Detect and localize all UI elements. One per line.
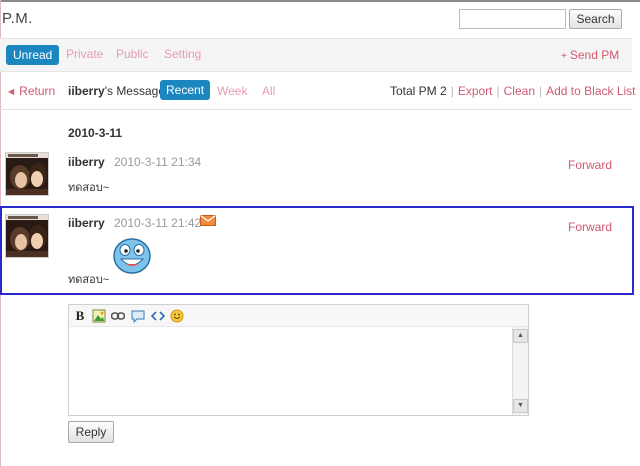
- message-owner-label: iiberry's Message:: [68, 84, 168, 98]
- forward-link[interactable]: Forward: [568, 220, 612, 234]
- editor-toolbar: B: [69, 305, 528, 327]
- tab-unread[interactable]: Unread: [6, 45, 60, 65]
- search-input[interactable]: [459, 9, 566, 29]
- return-label: Return: [19, 84, 56, 98]
- tab-setting[interactable]: Setting: [164, 47, 201, 61]
- reply-textarea[interactable]: [71, 329, 511, 413]
- avatar[interactable]: [5, 152, 49, 196]
- link-icon[interactable]: [111, 309, 125, 323]
- smiley-emoticon-icon: [113, 238, 151, 274]
- reply-button[interactable]: Reply: [68, 421, 114, 443]
- quote-icon[interactable]: [131, 309, 145, 323]
- message-body: ทดสอบ~: [68, 274, 110, 286]
- return-link[interactable]: ◀ Return: [8, 84, 55, 98]
- bold-icon[interactable]: B: [73, 309, 87, 323]
- separator: |: [496, 84, 500, 98]
- smiley-icon[interactable]: [170, 309, 184, 323]
- tab-public[interactable]: Public: [116, 47, 149, 61]
- image-icon[interactable]: [92, 309, 106, 323]
- export-link[interactable]: Export: [458, 84, 493, 98]
- scroll-up-icon[interactable]: ▲: [513, 329, 528, 343]
- back-arrow-icon: ◀: [8, 87, 15, 96]
- message-suffix: 's Message:: [104, 84, 169, 98]
- message-username[interactable]: iiberry: [68, 155, 105, 169]
- message-username[interactable]: iiberry: [68, 216, 105, 230]
- plus-icon: +: [561, 51, 567, 62]
- avatar[interactable]: [5, 214, 49, 258]
- filter-all[interactable]: All: [262, 84, 275, 98]
- code-icon[interactable]: [151, 309, 165, 323]
- conversation-date: 2010-3-11: [68, 126, 123, 140]
- separator: |: [450, 84, 454, 98]
- send-pm-label: Send PM: [569, 48, 620, 62]
- message-body: ทดสอบ~: [68, 182, 110, 194]
- top-border: [0, 0, 640, 2]
- message-timestamp: 2010-3-11 21:34: [114, 155, 202, 169]
- message-subnav: ◀ Return iiberry's Message: Recent Week A…: [0, 72, 636, 110]
- separator: |: [539, 84, 543, 98]
- page-title: P.M.: [2, 10, 33, 27]
- add-to-blacklist-link[interactable]: Add to Black List: [546, 84, 635, 98]
- clean-link[interactable]: Clean: [504, 84, 535, 98]
- forward-link[interactable]: Forward: [568, 158, 612, 172]
- message-timestamp: 2010-3-11 21:42: [114, 216, 202, 230]
- total-pm-count: Total PM 2: [390, 84, 447, 98]
- filter-recent[interactable]: Recent: [160, 80, 211, 100]
- search-button[interactable]: Search: [569, 9, 622, 29]
- reply-editor: B ▲ ▼: [68, 304, 529, 416]
- pm-tab-bar: Unread Private Public Setting + Send PM: [0, 38, 632, 72]
- pm-totals: Total PM 2 | Export | Clean | Add to Black Lis…: [390, 84, 636, 98]
- tab-private[interactable]: Private: [66, 47, 103, 61]
- filter-week[interactable]: Week: [217, 84, 247, 98]
- message-owner: iiberry: [68, 84, 105, 98]
- send-pm-link[interactable]: + Send PM: [561, 48, 619, 62]
- mail-icon[interactable]: [200, 215, 216, 226]
- editor-scrollbar[interactable]: ▲ ▼: [512, 327, 528, 415]
- scroll-down-icon[interactable]: ▼: [513, 399, 528, 413]
